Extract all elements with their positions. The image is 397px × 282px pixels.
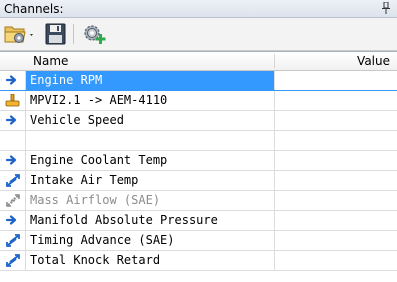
save-disk-icon[interactable] bbox=[43, 22, 69, 46]
channel-value bbox=[274, 71, 397, 90]
row-indicator bbox=[0, 171, 26, 190]
row-indicator bbox=[0, 151, 26, 170]
channel-value bbox=[274, 191, 397, 210]
channel-value bbox=[274, 251, 397, 270]
row-indicator bbox=[0, 131, 26, 150]
table-row[interactable]: Manifold Absolute Pressure bbox=[0, 211, 397, 231]
channel-value bbox=[274, 91, 397, 110]
channel-name: Total Knock Retard bbox=[30, 253, 161, 267]
row-indicator bbox=[0, 111, 26, 130]
channel-name: Intake Air Temp bbox=[30, 173, 139, 187]
channel-value bbox=[274, 111, 397, 130]
table-row[interactable]: Engine RPM bbox=[0, 71, 397, 91]
channels-grid: Name Value Engine RPM MPVI2.1 -> AEM-4110… bbox=[0, 51, 397, 282]
row-indicator bbox=[0, 91, 26, 110]
row-indicator bbox=[0, 231, 26, 250]
column-divider[interactable] bbox=[274, 54, 275, 68]
table-row[interactable]: Timing Advance (SAE) bbox=[0, 231, 397, 251]
row-indicator bbox=[0, 251, 26, 270]
column-header-name[interactable]: Name bbox=[33, 54, 68, 68]
toolbar-separator bbox=[73, 24, 74, 44]
table-row[interactable]: Mass Airflow (SAE) bbox=[0, 191, 397, 211]
channel-value bbox=[274, 211, 397, 230]
channel-name: Manifold Absolute Pressure bbox=[30, 213, 218, 227]
channel-name: Vehicle Speed bbox=[30, 113, 124, 127]
table-row[interactable]: Intake Air Temp bbox=[0, 171, 397, 191]
channel-name: Timing Advance (SAE) bbox=[30, 233, 175, 247]
channel-value bbox=[274, 171, 397, 190]
channel-value bbox=[274, 131, 397, 150]
table-row[interactable]: Vehicle Speed bbox=[0, 111, 397, 131]
panel-titlebar: Channels: bbox=[0, 0, 397, 18]
channel-value bbox=[274, 231, 397, 250]
table-row[interactable]: Engine Coolant Temp bbox=[0, 151, 397, 171]
channel-name: Mass Airflow (SAE) bbox=[30, 193, 161, 207]
table-row[interactable]: Total Knock Retard bbox=[0, 251, 397, 271]
channel-name: Engine RPM bbox=[30, 73, 103, 87]
channel-name: MPVI2.1 -> AEM-4110 bbox=[30, 93, 168, 107]
column-header-value[interactable]: Value bbox=[357, 54, 390, 68]
toolbar bbox=[0, 18, 397, 51]
row-indicator bbox=[0, 211, 26, 230]
channel-value bbox=[274, 151, 397, 170]
row-indicator bbox=[0, 71, 26, 90]
table-row[interactable]: MPVI2.1 -> AEM-4110 bbox=[0, 91, 397, 111]
open-folder-settings-icon[interactable] bbox=[3, 22, 37, 46]
row-indicator bbox=[0, 191, 26, 210]
table-row[interactable] bbox=[0, 131, 397, 151]
panel-title: Channels: bbox=[4, 2, 64, 16]
add-channel-gear-icon[interactable] bbox=[80, 22, 108, 46]
pin-icon[interactable] bbox=[381, 1, 391, 14]
channel-name: Engine Coolant Temp bbox=[30, 153, 168, 167]
grid-header: Name Value bbox=[0, 52, 397, 71]
